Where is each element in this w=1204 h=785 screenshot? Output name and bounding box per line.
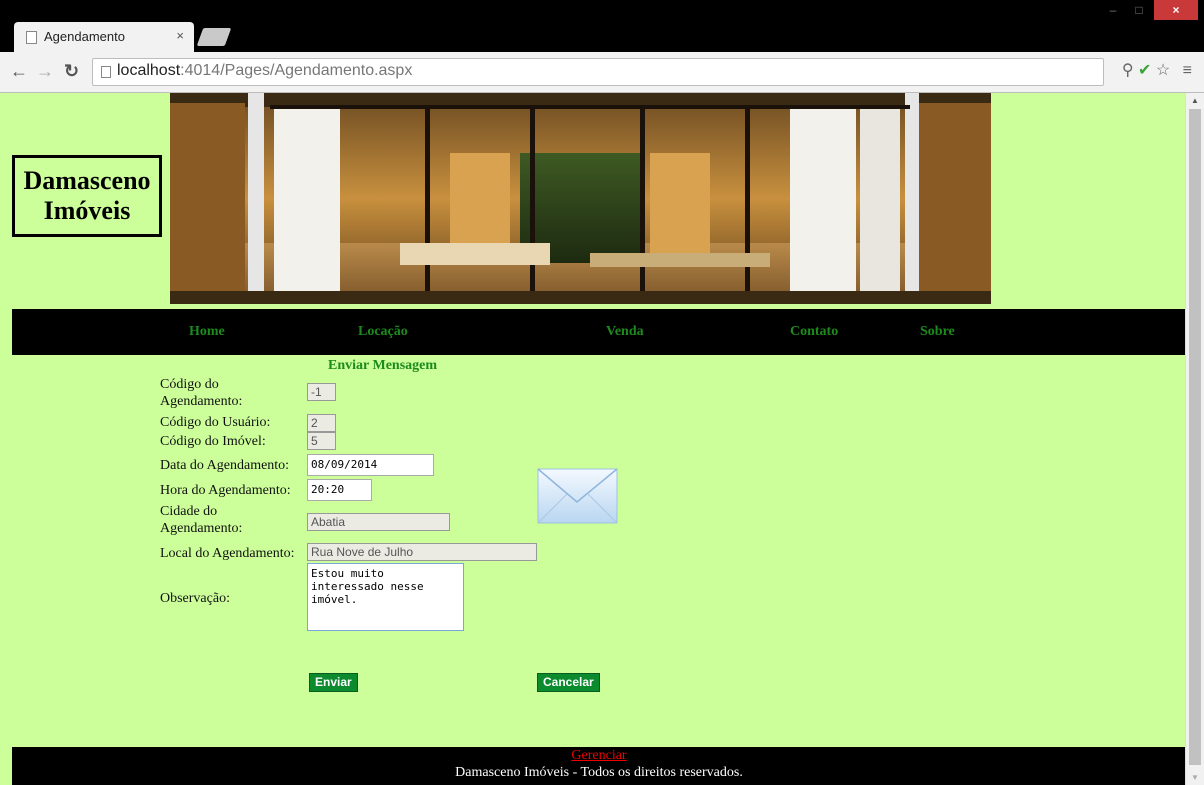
address-bar[interactable]: localhost:4014/Pages/Agendamento.aspx xyxy=(92,58,1104,86)
logo-line1: Damasceno xyxy=(23,166,151,195)
new-tab-button[interactable] xyxy=(196,28,232,46)
label-data: Data do Agendamento: xyxy=(160,458,290,473)
label-cod-agendamento: Código do Agendamento: xyxy=(160,377,243,409)
nav-venda[interactable]: Venda xyxy=(606,324,644,340)
nav-contato[interactable]: Contato xyxy=(790,324,838,340)
tab-close-icon[interactable]: × xyxy=(176,28,184,43)
nav-sobre[interactable]: Sobre xyxy=(920,324,955,340)
cod-agendamento-field[interactable]: -1 xyxy=(307,383,336,401)
label-cod-usuario: Código do Usuário: xyxy=(160,415,271,430)
browser-tab[interactable]: Agendamento × xyxy=(14,22,194,52)
scroll-down-arrow-icon[interactable]: ▼ xyxy=(1191,773,1199,782)
tab-title: Agendamento xyxy=(44,29,125,44)
page-viewport: Damasceno Imóveis Home Locação Venda Con… xyxy=(0,93,1186,785)
nav-locacao[interactable]: Locação xyxy=(358,324,408,340)
url-path: :4014/Pages/Agendamento.aspx xyxy=(180,62,413,79)
data-agendamento-input[interactable]: 08/09/2014 xyxy=(307,454,434,476)
vertical-scrollbar[interactable]: ▲ ▼ xyxy=(1185,93,1204,785)
menu-icon[interactable]: ≡ xyxy=(1183,62,1192,79)
cod-usuario-field[interactable]: 2 xyxy=(307,414,336,432)
star-icon[interactable]: ☆ xyxy=(1156,62,1170,79)
search-icon[interactable]: ⚲ xyxy=(1122,62,1134,79)
page-icon xyxy=(26,31,37,44)
page-icon xyxy=(101,66,111,78)
gerenciar-link[interactable]: Gerenciar xyxy=(12,748,1186,764)
url-host: localhost xyxy=(117,62,181,79)
check-icon[interactable]: ✔ xyxy=(1138,62,1151,79)
logo-line2: Imóveis xyxy=(43,196,131,225)
banner-room-illustration xyxy=(170,93,991,304)
scroll-thumb[interactable] xyxy=(1189,109,1201,765)
minimize-button[interactable]: – xyxy=(1100,0,1126,20)
browser-titlebar: Agendamento × – □ × xyxy=(0,0,1204,52)
enviar-button[interactable]: Enviar xyxy=(309,673,358,692)
copyright-text: Damasceno Imóveis - Todos os direitos re… xyxy=(455,765,743,780)
cod-imovel-field[interactable]: 5 xyxy=(307,432,336,450)
banner-image xyxy=(170,93,991,304)
url-text: localhost:4014/Pages/Agendamento.aspx xyxy=(117,62,412,80)
observacao-textarea[interactable]: Estou muito interessado nesse imóvel. xyxy=(307,563,464,631)
forward-icon[interactable]: → xyxy=(36,61,54,82)
label-cod-imovel: Código do Imóvel: xyxy=(160,434,266,449)
label-hora: Hora do Agendamento: xyxy=(160,483,291,498)
cidade-agendamento-field[interactable]: Abatia xyxy=(307,513,450,531)
nav-home[interactable]: Home xyxy=(189,324,225,340)
main-nav: Home Locação Venda Contato Sobre xyxy=(12,309,1186,355)
local-agendamento-field[interactable]: Rua Nove de Julho xyxy=(307,543,537,561)
toolbar-icons: ⚲ ✔ ☆ ≡ xyxy=(1122,60,1192,80)
cancelar-button[interactable]: Cancelar xyxy=(537,673,600,692)
back-icon[interactable]: ← xyxy=(10,61,28,82)
site-footer: Gerenciar Damasceno Imóveis - Todos os d… xyxy=(12,747,1186,785)
label-local: Local do Agendamento: xyxy=(160,546,295,561)
form-title: Enviar Mensagem xyxy=(328,358,438,373)
browser-toolbar: ← → ↻ localhost:4014/Pages/Agendamento.a… xyxy=(0,52,1204,93)
site-logo: Damasceno Imóveis xyxy=(12,155,162,237)
hora-agendamento-input[interactable]: 20:20 xyxy=(307,479,372,501)
close-window-button[interactable]: × xyxy=(1154,0,1198,20)
scroll-up-arrow-icon[interactable]: ▲ xyxy=(1191,96,1199,105)
envelope-icon xyxy=(537,468,618,524)
label-observacao: Observação: xyxy=(160,591,230,606)
maximize-button[interactable]: □ xyxy=(1126,0,1152,20)
reload-icon[interactable]: ↻ xyxy=(64,61,79,82)
label-cidade: Cidade do Agendamento: xyxy=(160,504,243,536)
